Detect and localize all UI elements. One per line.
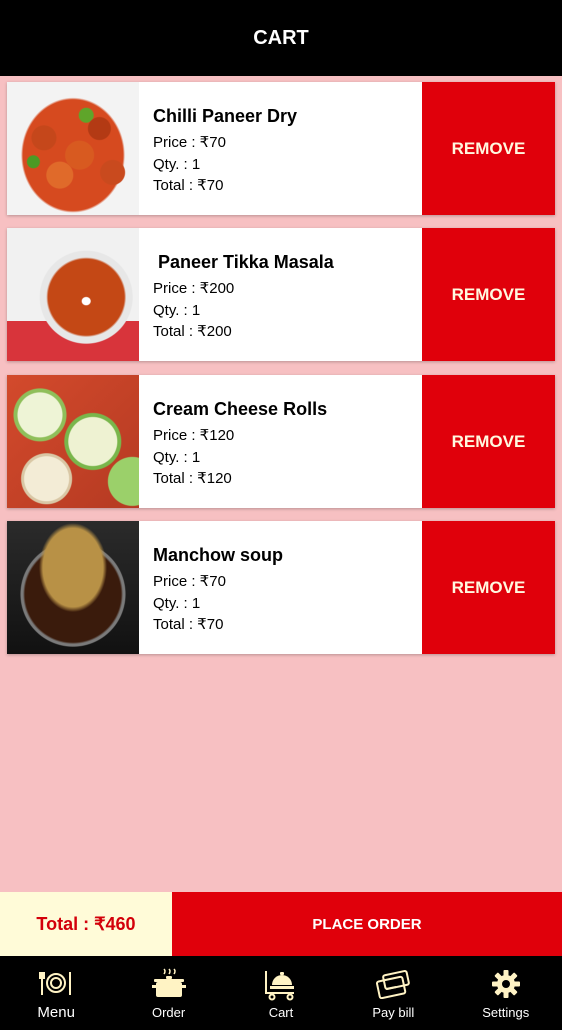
nav-label: Order (151, 1004, 186, 1020)
remove-button[interactable]: REMOVE (422, 228, 555, 361)
nav-item-pay-bill[interactable]: Pay bill (343, 956, 443, 1030)
remove-button[interactable]: REMOVE (422, 82, 555, 215)
item-price: Price : ₹70 (153, 134, 226, 151)
bottom-nav: Menu Order Cart Pay bill Settings (0, 956, 562, 1030)
cooking-pot-icon (151, 967, 186, 1001)
item-qty: Qty. : 1 (153, 594, 201, 612)
nav-label: Menu (37, 1003, 75, 1021)
item-total: Total : ₹70 (153, 616, 224, 633)
item-total: Total : ₹120 (153, 470, 232, 487)
remove-button[interactable]: REMOVE (422, 375, 555, 508)
serving-cart-icon (264, 967, 298, 1001)
nav-item-settings[interactable]: Settings (456, 956, 556, 1030)
page-header: CART (0, 0, 562, 76)
remove-button[interactable]: REMOVE (422, 521, 555, 654)
item-info: Manchow soup Price : ₹70 Qty. : 1 Total … (139, 521, 422, 654)
item-info: Chilli Paneer Dry Price : ₹70 Qty. : 1 T… (139, 82, 422, 215)
nav-label: Pay bill (372, 1004, 415, 1020)
item-name: Manchow soup (153, 545, 283, 565)
item-info: Paneer Tikka Masala Price : ₹200 Qty. : … (139, 228, 422, 361)
item-qty: Qty. : 1 (153, 155, 201, 173)
food-image (7, 375, 139, 508)
nav-item-order[interactable]: Order (119, 956, 219, 1030)
item-info: Cream Cheese Rolls Price : ₹120 Qty. : 1… (139, 375, 422, 508)
grand-total: Total : ₹460 (0, 892, 172, 956)
item-total: Total : ₹70 (153, 177, 224, 194)
food-image (7, 82, 139, 215)
nav-label: Cart (268, 1004, 294, 1020)
item-price: Price : ₹120 (153, 427, 235, 444)
order-footer: Total : ₹460 PLACE ORDER (0, 892, 562, 956)
food-image (7, 521, 139, 654)
cart-item: Chilli Paneer Dry Price : ₹70 Qty. : 1 T… (7, 82, 555, 215)
item-name: Chilli Paneer Dry (153, 106, 298, 126)
plate-cutlery-icon (39, 966, 73, 1000)
cart-item: Cream Cheese Rolls Price : ₹120 Qty. : 1… (7, 375, 555, 508)
gear-icon (489, 967, 523, 1001)
nav-item-cart[interactable]: Cart (231, 956, 331, 1030)
food-image (7, 228, 139, 361)
item-qty: Qty. : 1 (153, 448, 201, 466)
item-qty: Qty. : 1 (153, 301, 201, 319)
nav-item-menu[interactable]: Menu (6, 956, 106, 1030)
page-title: CART (253, 26, 309, 49)
nav-label: Settings (482, 1004, 530, 1020)
item-name: Cream Cheese Rolls (153, 399, 328, 419)
cart-item: Manchow soup Price : ₹70 Qty. : 1 Total … (7, 521, 555, 654)
item-price: Price : ₹200 (153, 280, 235, 297)
item-name: Paneer Tikka Masala (153, 252, 334, 272)
item-total: Total : ₹200 (153, 323, 232, 340)
place-order-button[interactable]: PLACE ORDER (172, 892, 562, 956)
cart-item: Paneer Tikka Masala Price : ₹200 Qty. : … (7, 228, 555, 361)
item-price: Price : ₹70 (153, 573, 226, 590)
wallet-card-icon (376, 967, 411, 1001)
